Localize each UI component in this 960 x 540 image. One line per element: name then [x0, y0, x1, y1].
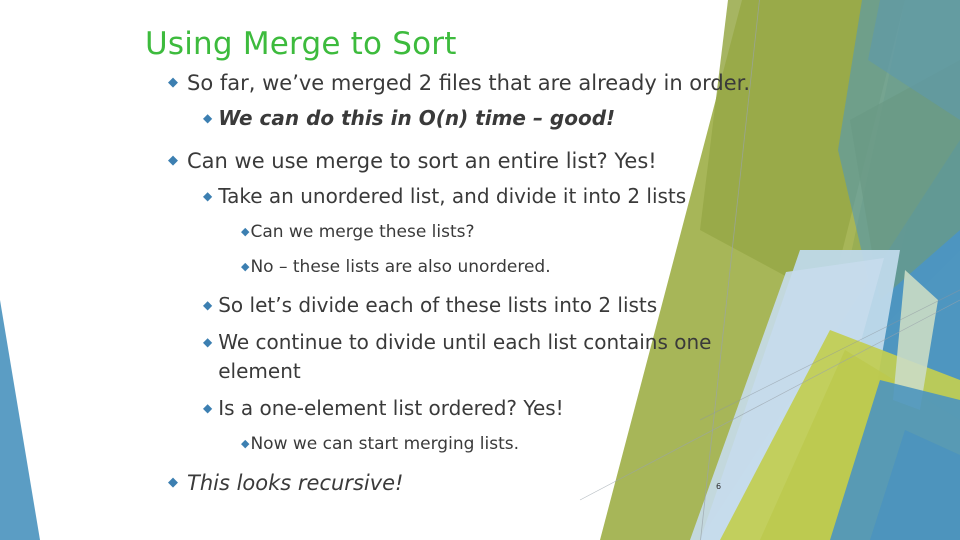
bullet-level2-item: ◆ We can do this in O(n) time – good! — [0, 104, 790, 133]
diamond-bullet-icon: ◆ — [241, 260, 250, 273]
bg-shape-blue-bottom-right — [830, 380, 960, 540]
diamond-bullet-icon: ◆ — [168, 475, 178, 490]
diamond-bullet-icon: ◆ — [203, 189, 213, 203]
slide-title: Using Merge to Sort — [145, 26, 457, 62]
bg-shape-olive-dark-overlap — [850, 60, 960, 300]
bg-shape-right-blue-field — [790, 0, 960, 540]
bullet-level2-item: ◆ Is a one-element list ordered? Yes! — [0, 394, 790, 423]
bullet-text: Take an unordered list, and divide it in… — [218, 184, 687, 208]
bg-shape-right-blue-field-2 — [833, 0, 960, 540]
bg-shape-teal-upper-band — [838, 0, 960, 330]
bullet-text: Can we merge these lists? — [250, 222, 475, 242]
diamond-bullet-icon: ◆ — [241, 437, 250, 450]
bg-shape-teal-translucent-top — [868, 0, 960, 120]
diamond-bullet-icon: ◆ — [203, 401, 213, 415]
bullet-text: No – these lists are also unordered. — [250, 257, 551, 277]
bullet-level2-item: ◆ We continue to divide until each list … — [0, 328, 790, 386]
diamond-bullet-icon: ◆ — [241, 225, 250, 238]
bullet-text: We continue to divide until each list co… — [218, 330, 712, 383]
diamond-bullet-icon: ◆ — [203, 111, 213, 125]
bullet-text: Is a one-element list ordered? Yes! — [218, 396, 564, 420]
bullet-level1-item: ◆ Can we use merge to sort an entire lis… — [0, 146, 790, 176]
bg-shape-mint-sliver — [893, 270, 938, 410]
bg-shape-olive-lower-2 — [760, 350, 960, 540]
bullet-level1-item: ◆ This looks recursive! — [0, 468, 790, 498]
slide-body: ◆ So far, we’ve merged 2 files that are … — [0, 68, 790, 504]
bg-shape-blue-bottom-right-2 — [870, 430, 960, 540]
bullet-text: We can do this in O(n) time – good! — [218, 106, 616, 130]
bullet-level3-item: ◆ Can we merge these lists? — [0, 220, 790, 245]
slide-canvas: Using Merge to Sort ◆ So far, we’ve merg… — [0, 0, 960, 540]
diamond-bullet-icon: ◆ — [168, 75, 178, 90]
bullet-text: This looks recursive! — [187, 471, 404, 495]
diamond-bullet-icon: ◆ — [203, 335, 213, 349]
diamond-bullet-icon: ◆ — [168, 153, 178, 168]
bullet-level1-item: ◆ So far, we’ve merged 2 files that are … — [0, 68, 790, 98]
bullet-level2-item: ◆ So let’s divide each of these lists in… — [0, 291, 790, 320]
diamond-bullet-icon: ◆ — [203, 298, 213, 312]
bullet-level3-item: ◆ Now we can start merging lists. — [0, 432, 790, 457]
bullet-text: So far, we’ve merged 2 files that are al… — [187, 71, 751, 95]
bullet-text: Now we can start merging lists. — [250, 434, 520, 454]
bullet-level2-item: ◆ Take an unordered list, and divide it … — [0, 182, 790, 211]
bullet-text: Can we use merge to sort an entire list?… — [187, 149, 657, 173]
slide-number: 6 — [716, 482, 722, 491]
bullet-text: So let’s divide each of these lists into… — [218, 293, 658, 317]
bullet-level3-item: ◆ No – these lists are also unordered. — [0, 255, 790, 280]
